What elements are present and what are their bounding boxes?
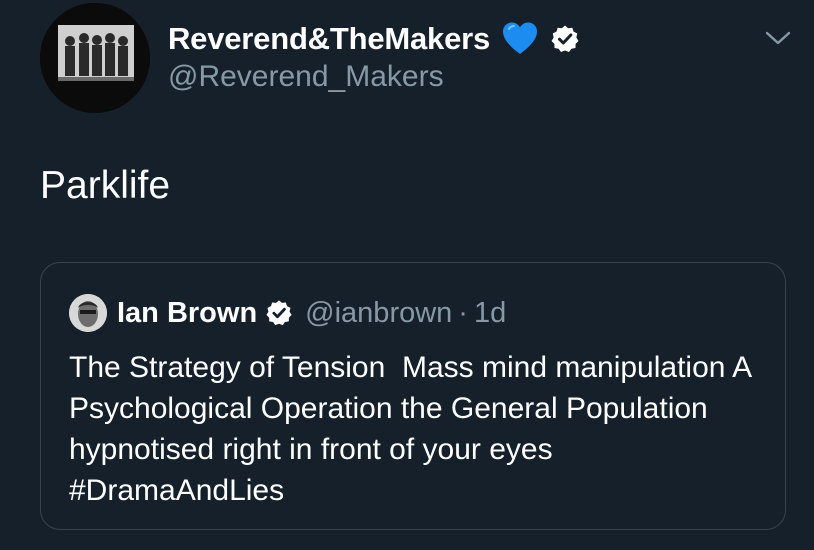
author-display-name[interactable]: Reverend&TheMakers bbox=[168, 21, 490, 57]
quoted-author-display-name: Ian Brown bbox=[117, 296, 258, 329]
author-handle[interactable]: @Reverend_Makers bbox=[168, 60, 444, 94]
author-avatar[interactable] bbox=[40, 3, 150, 113]
tweet: Reverend&TheMakers @Reverend_Makers Park… bbox=[0, 0, 814, 550]
quoted-author-handle: @ianbrown bbox=[305, 296, 453, 329]
author-name-row: Reverend&TheMakers bbox=[168, 18, 580, 60]
chevron-down-icon[interactable] bbox=[764, 28, 792, 48]
quoted-tweet-text: The Strategy of Tension Mass mind manipu… bbox=[69, 351, 759, 507]
verified-badge-icon bbox=[265, 299, 293, 327]
separator-dot: · bbox=[458, 296, 468, 329]
quoted-tweet-timestamp: 1d bbox=[473, 296, 507, 329]
blue-heart-icon bbox=[500, 19, 540, 59]
quoted-tweet-card[interactable]: Ian Brown @ianbrown · 1d The Strategy of… bbox=[40, 262, 786, 530]
quoted-tweet-header: Ian Brown @ianbrown · 1d bbox=[69, 293, 506, 333]
verified-badge-icon bbox=[550, 24, 580, 54]
tweet-text: Parklife bbox=[40, 164, 171, 207]
quoted-author-avatar bbox=[69, 294, 107, 332]
